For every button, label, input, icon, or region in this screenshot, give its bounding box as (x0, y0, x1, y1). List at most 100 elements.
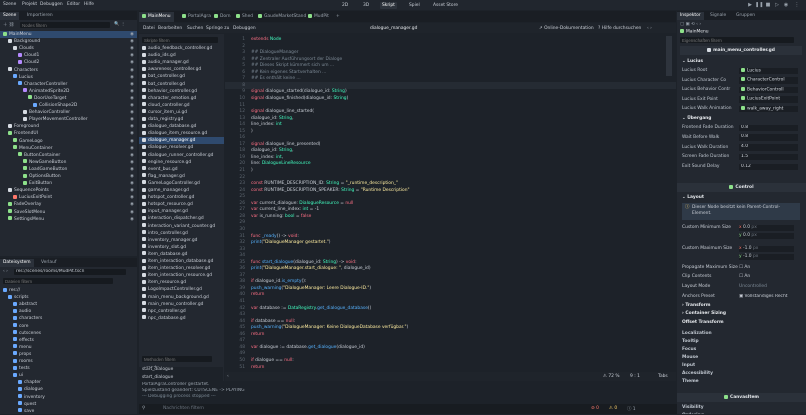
anchors-value[interactable]: ▣ Vollständiges Recht (739, 294, 801, 299)
property-value[interactable]: Lucius (739, 67, 798, 74)
tab-scene[interactable]: Szene (0, 12, 20, 20)
offset-transform-section[interactable]: Offset Transform (682, 320, 724, 325)
property-value[interactable]: 0.8 (739, 124, 798, 131)
script-item[interactable]: audio_manager.gd (139, 59, 224, 66)
script-item[interactable]: main_menu_background.gd (139, 294, 224, 301)
nav-back-forward-icon[interactable]: ‹ › (647, 26, 652, 31)
property-value[interactable]: 4.0 (739, 144, 798, 151)
script-item[interactable]: data_registry.gd (139, 116, 224, 123)
container-sizing-section[interactable]: › Container Sizing (682, 311, 726, 316)
scene-node[interactable]: PlayerMovementController ◉ (0, 116, 137, 123)
script-item[interactable]: flag_manager.gd (139, 173, 224, 180)
script-item[interactable]: game_manager.gd (139, 187, 224, 194)
stop-icon[interactable]: ■ (764, 1, 772, 9)
menu-szene[interactable]: Szene (3, 2, 16, 7)
scene-node[interactable]: SaveSlotMenu ◉ (0, 209, 137, 216)
inspector-node-name[interactable]: MainMenu (680, 29, 709, 35)
menu-projekt[interactable]: Projekt (22, 2, 37, 7)
visibility-eye-icon[interactable]: ◉ (130, 173, 134, 180)
visibility-eye-icon[interactable]: ◉ (130, 209, 134, 216)
editor-scrollbar[interactable] (666, 36, 672, 76)
script-item[interactable]: bat_controller.gd (139, 81, 224, 88)
property-value[interactable]: 0.12 (739, 163, 798, 171)
fs-folder[interactable]: scripts (0, 294, 137, 301)
fs-folder[interactable]: props (0, 351, 137, 358)
scene-tab[interactable]: GaudeMarketStand (255, 12, 309, 22)
scene-tab[interactable]: Shed (233, 12, 256, 22)
fs-folder[interactable]: abstract (0, 301, 137, 308)
fs-path-field[interactable]: res://scenes/rooms/MudPit.tscn (14, 269, 126, 275)
add-node-icon[interactable]: ＋ ⛓ (3, 22, 18, 28)
property-value[interactable]: 0.8 (739, 134, 798, 141)
editor-menu-search[interactable]: Suchen (187, 26, 203, 31)
fs-folder[interactable]: cutscenes (0, 330, 137, 337)
scene-node[interactable]: LuciusExitPoint ◉ (0, 194, 137, 201)
scene-node[interactable]: Foreground ◉ (0, 123, 137, 130)
pause-icon[interactable]: ❚❚ (755, 1, 763, 9)
visibility-eye-icon[interactable]: ◉ (130, 159, 134, 166)
warning-count[interactable]: ⚠ 0 (609, 406, 617, 411)
editor-menu-file[interactable]: Datei (143, 26, 155, 31)
script-item[interactable]: npc_controller.gd (139, 308, 224, 315)
visibility-eye-icon[interactable]: ◉ (130, 152, 134, 159)
script-item[interactable]: main_menu_controller.gd (139, 301, 224, 308)
scene-tools-icon[interactable]: 🔍 ⋮ (114, 22, 125, 27)
movie-icon[interactable]: ◉ (782, 1, 790, 9)
mode-2d[interactable]: 2D (340, 2, 350, 9)
add-tab-icon[interactable]: + (333, 12, 343, 22)
fs-folder[interactable]: menu (0, 344, 137, 351)
play-icon[interactable]: ▶ (746, 1, 754, 9)
collapsed-section[interactable]: Theme (677, 377, 806, 387)
tab-inspector[interactable]: Inspektor (677, 12, 704, 20)
tab-import[interactable]: Importieren (24, 12, 56, 20)
tab-signals[interactable]: Signale (707, 12, 729, 20)
custom-max-y[interactable]: y -1.0 px (739, 254, 794, 260)
section-transition[interactable]: ⌄ Übergang (677, 114, 806, 123)
visibility-eye-icon[interactable]: ◉ (130, 123, 134, 130)
menu-editor[interactable]: Editor (67, 2, 80, 7)
property-value[interactable]: LuciusExitPoint (739, 96, 798, 103)
scene-node[interactable]: BehaviorController ◉ (0, 109, 137, 116)
fs-folder[interactable]: rooms (0, 358, 137, 365)
scene-tab[interactable]: MainMenu (139, 12, 174, 22)
scene-node[interactable]: ButtonContainer ◉ (0, 152, 137, 159)
script-item[interactable]: dialogue_database.gd (139, 123, 224, 130)
script-item[interactable]: dialogue_manager.gd (139, 137, 224, 145)
fs-folder[interactable]: inventory (0, 394, 137, 401)
script-item[interactable]: inventory_slot.gd (139, 244, 224, 251)
control-header[interactable]: Control (677, 183, 806, 192)
script-item[interactable]: GameLogoController.gd (139, 180, 224, 187)
filter-icon[interactable]: ⚲ (142, 406, 145, 411)
scene-node[interactable]: ExitButton ◉ (0, 180, 137, 187)
scene-node[interactable]: AnimatedSprite2D ◉ (0, 88, 137, 95)
menu-hilfe[interactable]: Hilfe (84, 2, 94, 7)
script-item[interactable]: item_interaction_resolver.gd (139, 265, 224, 272)
section-lucius[interactable]: ⌄ Lucius (677, 57, 806, 66)
script-item[interactable]: audio_feedback_controller.gd (139, 45, 224, 52)
visibility-eye-icon[interactable]: ◉ (130, 52, 134, 59)
visibility-eye-icon[interactable]: ◉ (130, 81, 134, 88)
renderer-icon[interactable]: ⋮ (793, 1, 801, 9)
script-item[interactable]: item_interaction_resource.gd (139, 272, 224, 279)
visibility-eye-icon[interactable]: ◉ (130, 88, 134, 95)
mode-game[interactable]: Spiel (407, 2, 422, 9)
script-item[interactable]: cloud_controller.gd (139, 102, 224, 109)
visibility-eye-icon[interactable]: ◉ (130, 109, 134, 116)
script-item[interactable]: behavior_controller.gd (139, 88, 224, 95)
scene-node[interactable]: CollisionShape2D ◉ (0, 102, 137, 109)
scene-node[interactable]: LoadGameButton ◉ (0, 166, 137, 173)
visibility-eye-icon[interactable]: ◉ (130, 216, 134, 223)
visibility-eye-icon[interactable]: ◉ (130, 45, 134, 52)
info-count[interactable]: ⓘ 1 (627, 406, 636, 412)
script-item[interactable]: hotspot_controller.gd (139, 194, 224, 201)
script-item[interactable]: engine_resource.gd (139, 159, 224, 166)
layout-mode-value[interactable]: Uncontrolled (739, 284, 767, 289)
script-item[interactable]: interaction_variant_counter.gd (139, 223, 224, 230)
scene-node[interactable]: MenuContainer ◉ (0, 145, 137, 152)
inspector-tools-icon[interactable]: ▢ ▣ ⟲ ‹ › (680, 22, 701, 27)
scene-filter-input[interactable] (20, 22, 110, 28)
script-item[interactable]: bat_controller.gd (139, 73, 224, 80)
visibility-eye-icon[interactable]: ◉ (130, 145, 134, 152)
scene-node[interactable]: SequencePoints ◉ (0, 187, 137, 194)
tab-groups[interactable]: Gruppen (733, 12, 758, 20)
